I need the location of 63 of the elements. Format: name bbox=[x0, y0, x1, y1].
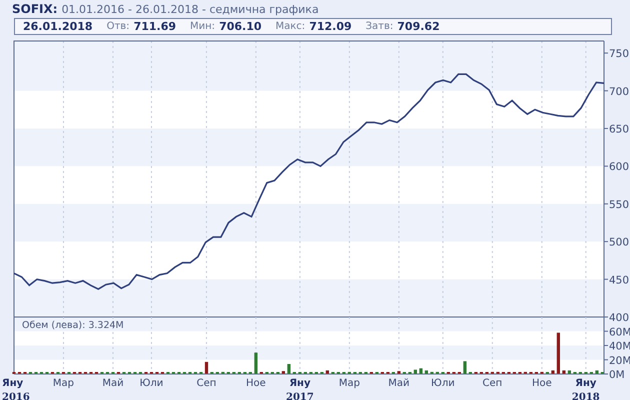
field-label: Макс: bbox=[276, 21, 306, 32]
volume-bar bbox=[397, 371, 400, 374]
field-value: 712.09 bbox=[309, 20, 352, 33]
volume-bar bbox=[540, 372, 544, 374]
axis-label: Юли bbox=[431, 378, 455, 389]
field-label: Затв: bbox=[366, 21, 394, 32]
field-value: 706.10 bbox=[219, 20, 262, 33]
volume-bar bbox=[254, 352, 258, 374]
volume-bar bbox=[204, 362, 208, 374]
axis-label: Ное bbox=[532, 378, 552, 389]
axis-label: Мар bbox=[338, 378, 360, 389]
field-value: 709.62 bbox=[397, 20, 440, 33]
axis-label: 450 bbox=[609, 274, 630, 286]
volume-bar bbox=[430, 372, 434, 374]
volume-bar bbox=[595, 370, 598, 374]
volume-bar bbox=[568, 370, 571, 374]
axis-label: Мар bbox=[52, 378, 74, 389]
volume-bar bbox=[562, 370, 566, 374]
volume-bar bbox=[348, 372, 351, 374]
axis-label: Ное bbox=[246, 378, 266, 389]
axis-label: 700 bbox=[609, 86, 630, 98]
axis-label: 500 bbox=[609, 236, 630, 249]
volume-label: Обем (лева): 3.324M bbox=[22, 320, 124, 331]
axis-label: 60M bbox=[609, 326, 630, 338]
field-value: 711.69 bbox=[134, 20, 176, 33]
axis-label: 400 bbox=[609, 312, 630, 324]
volume-bar bbox=[551, 370, 554, 374]
volume-bar bbox=[221, 372, 224, 374]
volume-bar bbox=[463, 361, 466, 374]
volume-bar bbox=[287, 364, 290, 374]
axis-label: 600 bbox=[609, 161, 630, 174]
volume-bar bbox=[419, 368, 422, 374]
axis-label: 0M bbox=[609, 369, 625, 381]
axis-label: Сеп bbox=[196, 378, 216, 389]
axis-label: 550 bbox=[609, 198, 630, 211]
volume-bar bbox=[424, 370, 428, 374]
axis-label: 20M bbox=[609, 354, 630, 367]
volume-bar bbox=[524, 372, 527, 374]
axis-label: Май bbox=[102, 378, 124, 389]
field-label: Мин: bbox=[190, 21, 216, 32]
volume-bar bbox=[414, 370, 417, 374]
year-label: 2016 bbox=[2, 392, 30, 400]
axis-label: Яну bbox=[575, 378, 596, 389]
axis-label: 40M bbox=[609, 340, 630, 352]
quote-date: 26.01.2018 bbox=[23, 20, 93, 33]
index-symbol: SOFIX: bbox=[12, 2, 58, 16]
axis-label: Яну bbox=[289, 378, 310, 389]
volume-bar bbox=[326, 370, 329, 374]
volume-bar bbox=[496, 372, 500, 374]
axis-label: Май bbox=[388, 378, 410, 389]
year-label: 2017 bbox=[286, 392, 314, 400]
year-label: 2018 bbox=[572, 392, 600, 400]
axis-label: Сеп bbox=[482, 378, 502, 389]
volume-bar bbox=[436, 372, 439, 374]
axis-label: Яну bbox=[2, 378, 24, 389]
axis-label: Юли bbox=[140, 378, 164, 389]
field-label: Отв: bbox=[106, 21, 130, 32]
volume-bar bbox=[556, 332, 560, 374]
axis-label: 750 bbox=[609, 48, 630, 60]
date-range: 01.01.2016 - 26.01.2018 - седмична графика bbox=[62, 2, 319, 16]
volume-bar bbox=[490, 372, 494, 374]
axis-label: 650 bbox=[609, 123, 630, 136]
volume-bar bbox=[282, 371, 285, 374]
